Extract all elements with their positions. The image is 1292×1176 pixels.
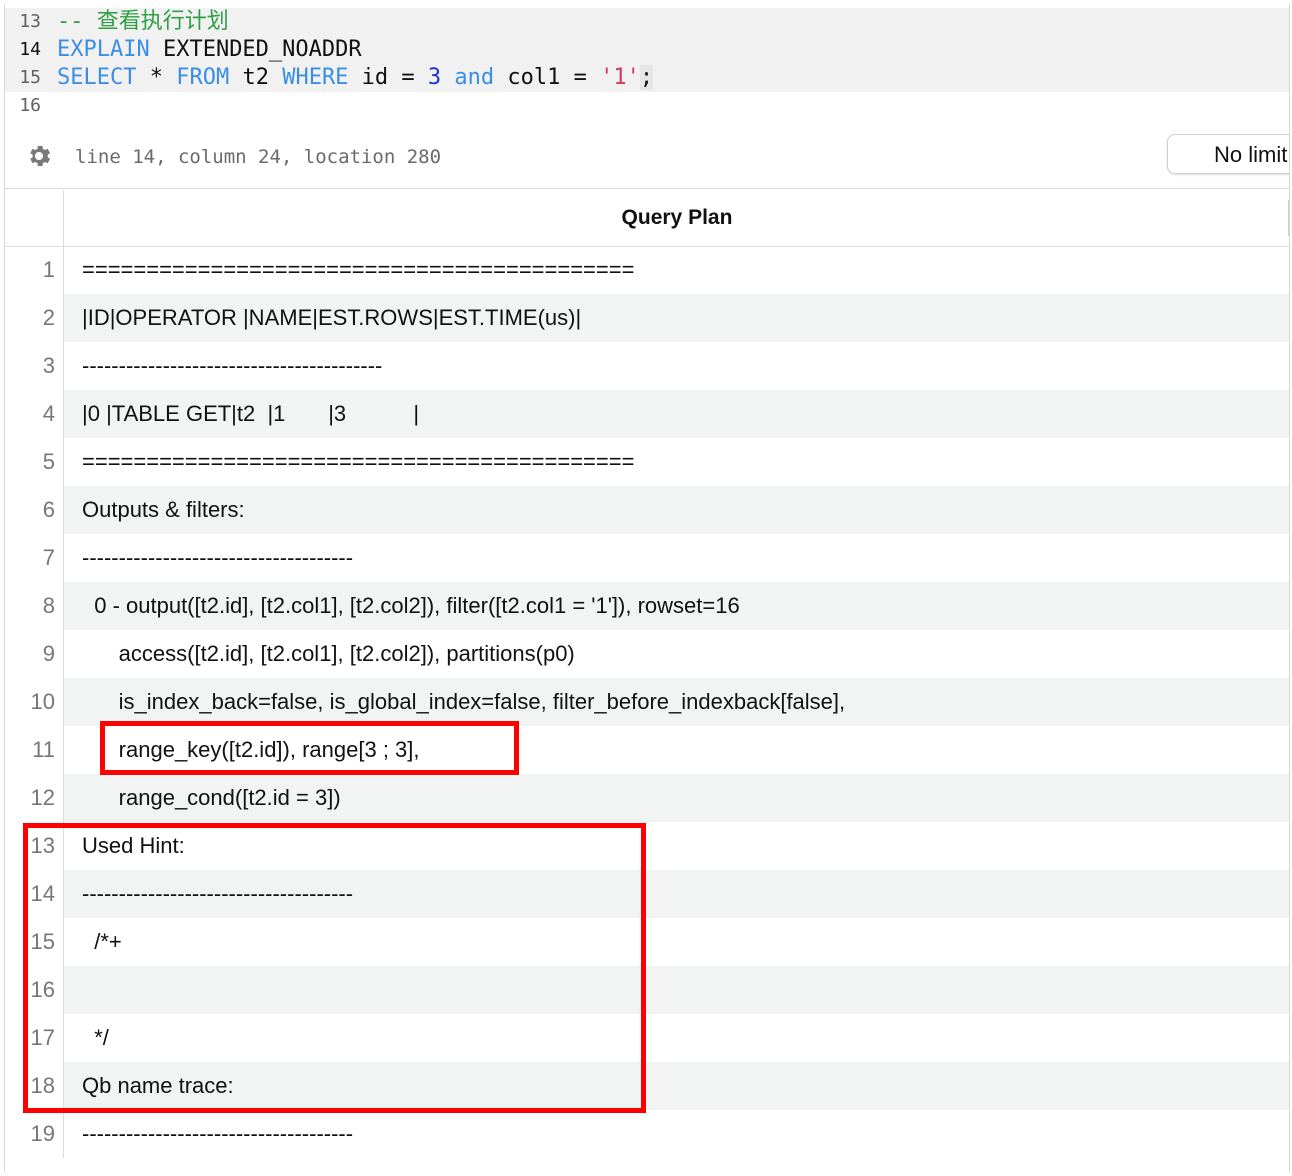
editor-line[interactable]: 13 -- 查看执行计划 [5, 8, 1289, 36]
table-row[interactable]: 6 Outputs & filters: [5, 486, 1289, 534]
row-number-header [5, 190, 63, 247]
table-row[interactable]: 5 =======================================… [5, 438, 1289, 486]
editor-line-current[interactable]: 14 EXPLAIN EXTENDED_NOADDR [5, 36, 1289, 64]
table-row[interactable]: 3 ---------------------------------------… [5, 342, 1289, 390]
row-number: 5 [42, 449, 55, 474]
sql-workbench: 13 -- 查看执行计划 14 EXPLAIN EXTENDED_NOADDR … [4, 4, 1290, 1172]
editor-line-number: 14 [19, 39, 41, 60]
sql-editor[interactable]: 13 -- 查看执行计划 14 EXPLAIN EXTENDED_NOADDR … [5, 4, 1289, 124]
annotation-box-used-hint [23, 823, 646, 1113]
table-row[interactable]: 9 access([t2.id], [t2.col1], [t2.col2]),… [5, 630, 1289, 678]
editor-line-code: EXPLAIN EXTENDED_NOADDR [57, 37, 362, 62]
editor-status-bar: line 14, column 24, location 280 No limi… [5, 132, 1289, 188]
divider [5, 188, 1289, 189]
table-cell[interactable]: |ID|OPERATOR |NAME|EST.ROWS|EST.TIME(us)… [63, 294, 1289, 342]
editor-line-code: -- 查看执行计划 [57, 9, 229, 34]
editor-line-number: 15 [19, 67, 41, 88]
row-number: 4 [42, 401, 55, 426]
row-number: 2 [42, 305, 55, 330]
row-number: 7 [42, 545, 55, 570]
table-row[interactable]: 7 ------------------------------------- [5, 534, 1289, 582]
row-number: 10 [30, 689, 55, 714]
table-cell[interactable]: ------------------------------------- [63, 534, 1289, 582]
table-row[interactable]: 19 ------------------------------------- [5, 1110, 1289, 1158]
table-cell[interactable]: 0 - output([t2.id], [t2.col1], [t2.col2]… [63, 582, 1289, 630]
row-number: 6 [42, 497, 55, 522]
row-number: 11 [32, 737, 55, 762]
table-cell[interactable]: ----------------------------------------… [63, 342, 1289, 390]
row-number: 12 [30, 785, 55, 810]
row-number: 8 [42, 593, 55, 618]
table-cell[interactable]: range_cond([t2.id = 3]) [63, 774, 1289, 822]
annotation-box-range [100, 721, 519, 775]
table-row[interactable]: 12 range_cond([t2.id = 3]) [5, 774, 1289, 822]
table-cell[interactable]: Outputs & filters: [63, 486, 1289, 534]
row-number: 19 [30, 1121, 55, 1146]
table-row[interactable]: 1 =======================================… [5, 246, 1289, 294]
column-header-label: Query Plan [621, 206, 733, 229]
row-number: 1 [42, 257, 55, 282]
row-number: 3 [42, 353, 55, 378]
table-cell[interactable]: ========================================… [63, 438, 1289, 486]
editor-line-number: 16 [19, 95, 41, 116]
editor-line[interactable]: 16 [5, 92, 1289, 120]
table-cell[interactable]: is_index_back=false, is_global_index=fal… [63, 678, 1289, 726]
column-resize-handle[interactable] [1288, 200, 1289, 236]
editor-line-code: SELECT * FROM t2 WHERE id = 3 and col1 =… [57, 65, 654, 90]
table-cell[interactable]: ========================================… [63, 246, 1289, 294]
editor-line-number: 13 [19, 11, 41, 32]
row-limit-select[interactable]: No limit [1167, 134, 1289, 174]
table-cell[interactable]: ------------------------------------- [63, 1110, 1289, 1158]
table-row[interactable]: 8 0 - output([t2.id], [t2.col1], [t2.col… [5, 582, 1289, 630]
table-cell[interactable]: |0 |TABLE GET|t2 |1 |3 | [63, 390, 1289, 438]
cursor-position-text: line 14, column 24, location 280 [75, 146, 442, 168]
gear-icon[interactable] [25, 142, 53, 170]
column-header-query-plan[interactable]: Query Plan [63, 190, 1289, 247]
table-row[interactable]: 4 |0 |TABLE GET|t2 |1 |3 | [5, 390, 1289, 438]
table-row[interactable]: 10 is_index_back=false, is_global_index=… [5, 678, 1289, 726]
editor-line[interactable]: 15 SELECT * FROM t2 WHERE id = 3 and col… [5, 64, 1289, 92]
row-number: 9 [42, 641, 55, 666]
table-cell[interactable]: access([t2.id], [t2.col1], [t2.col2]), p… [63, 630, 1289, 678]
table-row[interactable]: 2 |ID|OPERATOR |NAME|EST.ROWS|EST.TIME(us… [5, 294, 1289, 342]
